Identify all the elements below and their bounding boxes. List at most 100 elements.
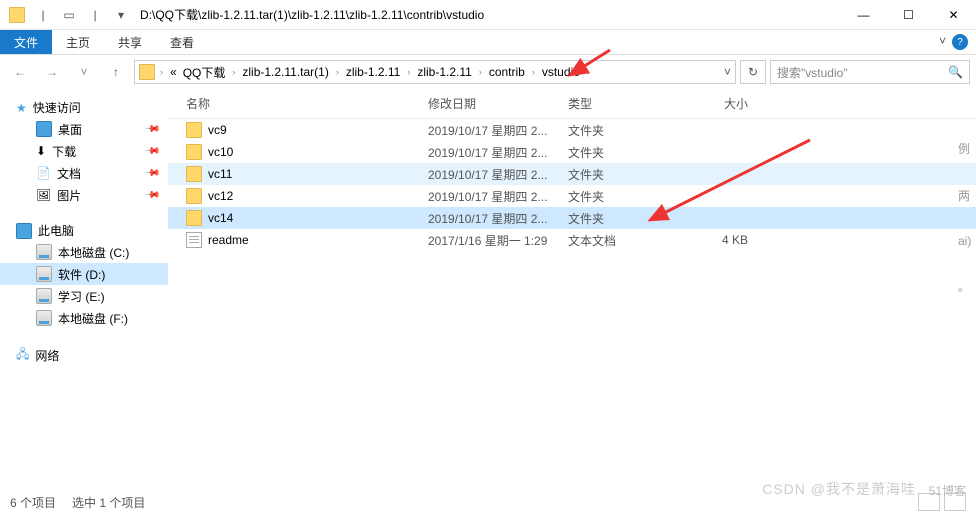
- sidebar-downloads[interactable]: ⬇下载📌: [0, 140, 168, 162]
- watermark: 51博客: [929, 482, 966, 499]
- sidebar-quick-access[interactable]: ★快速访问: [0, 97, 168, 118]
- breadcrumb-ellipsis[interactable]: «: [168, 65, 179, 79]
- forward-button[interactable]: →: [38, 60, 66, 84]
- drive-icon: [36, 310, 52, 326]
- main-area: ★快速访问 桌面📌 ⬇下载📌 📄文档📌 🖼图片📌 此电脑 本地磁盘 (C:) 软…: [0, 89, 976, 489]
- properties-icon[interactable]: ▭: [58, 4, 80, 26]
- file-list[interactable]: vc92019/10/17 星期四 2...文件夹vc102019/10/17 …: [168, 119, 976, 251]
- file-type: 文件夹: [568, 210, 688, 227]
- folder-icon: [186, 144, 202, 160]
- search-input[interactable]: 搜索"vstudio" 🔍: [770, 60, 970, 84]
- column-date[interactable]: 修改日期: [428, 95, 568, 112]
- file-name: vc14: [208, 211, 233, 225]
- chevron-right-icon[interactable]: ›: [333, 67, 342, 77]
- refresh-button[interactable]: ↻: [740, 60, 766, 84]
- quick-access-toolbar: | ▭ | ▾: [0, 4, 132, 26]
- network-icon: 🖧: [16, 345, 29, 366]
- file-size: 4 KB: [688, 233, 768, 247]
- column-type[interactable]: 类型: [568, 95, 688, 112]
- file-row[interactable]: readme2017/1/16 星期一 1:29文本文档4 KB: [168, 229, 976, 251]
- qat-dropdown-icon[interactable]: ▾: [110, 4, 132, 26]
- sidebar-network[interactable]: 🖧网络: [0, 343, 168, 368]
- chevron-right-icon[interactable]: ›: [476, 67, 485, 77]
- drive-icon: [36, 288, 52, 304]
- search-icon[interactable]: 🔍: [948, 65, 963, 79]
- file-name: vc9: [208, 123, 227, 137]
- maximize-button[interactable]: ☐: [886, 0, 931, 30]
- sidebar-drive-f[interactable]: 本地磁盘 (F:): [0, 307, 168, 329]
- sidebar-drive-d[interactable]: 软件 (D:): [0, 263, 168, 285]
- sidebar-desktop[interactable]: 桌面📌: [0, 118, 168, 140]
- status-item-count: 6 个项目: [10, 494, 56, 511]
- pin-icon: 📌: [143, 121, 160, 138]
- window-title: D:\QQ下载\zlib-1.2.11.tar(1)\zlib-1.2.11\z…: [132, 6, 841, 23]
- sidebar-drive-e[interactable]: 学习 (E:): [0, 285, 168, 307]
- column-headers: 名称 修改日期 类型 大小: [168, 89, 976, 119]
- tab-view[interactable]: 查看: [156, 30, 208, 54]
- ribbon-expand-icon[interactable]: ˅: [939, 34, 946, 48]
- chevron-right-icon[interactable]: ›: [404, 67, 413, 77]
- navigation-pane[interactable]: ★快速访问 桌面📌 ⬇下载📌 📄文档📌 🖼图片📌 此电脑 本地磁盘 (C:) 软…: [0, 89, 168, 489]
- download-icon: ⬇: [36, 144, 46, 158]
- tab-home[interactable]: 主页: [52, 30, 104, 54]
- up-button[interactable]: ↑: [102, 60, 130, 84]
- breadcrumb-item[interactable]: zlib-1.2.11: [415, 65, 473, 79]
- tab-share[interactable]: 共享: [104, 30, 156, 54]
- breadcrumb-dropdown[interactable]: ˅: [724, 65, 731, 79]
- sidebar-documents[interactable]: 📄文档📌: [0, 162, 168, 184]
- file-name: readme: [208, 233, 249, 247]
- file-row[interactable]: vc112019/10/17 星期四 2...文件夹: [168, 163, 976, 185]
- sidebar-pictures[interactable]: 🖼图片📌: [0, 184, 168, 206]
- sidebar-this-pc[interactable]: 此电脑: [0, 220, 168, 241]
- file-row[interactable]: vc122019/10/17 星期四 2...文件夹: [168, 185, 976, 207]
- close-button[interactable]: ✕: [931, 0, 976, 30]
- folder-icon: [186, 188, 202, 204]
- back-button[interactable]: ←: [6, 60, 34, 84]
- address-bar: ← → ˅ ↑ › « QQ下载 › zlib-1.2.11.tar(1) › …: [0, 55, 976, 89]
- file-list-pane: 名称 修改日期 类型 大小 vc92019/10/17 星期四 2...文件夹v…: [168, 89, 976, 489]
- file-date: 2019/10/17 星期四 2...: [428, 210, 568, 227]
- desktop-icon: [36, 121, 52, 137]
- chevron-right-icon[interactable]: ›: [157, 67, 166, 77]
- pin-icon: 📌: [143, 187, 160, 204]
- file-row[interactable]: vc102019/10/17 星期四 2...文件夹: [168, 141, 976, 163]
- breadcrumb[interactable]: › « QQ下载 › zlib-1.2.11.tar(1) › zlib-1.2…: [134, 60, 736, 84]
- breadcrumb-item[interactable]: QQ下载: [181, 64, 228, 81]
- chevron-right-icon[interactable]: ›: [229, 67, 238, 77]
- file-date: 2019/10/17 星期四 2...: [428, 122, 568, 139]
- file-date: 2019/10/17 星期四 2...: [428, 144, 568, 161]
- file-type: 文件夹: [568, 166, 688, 183]
- chevron-right-icon[interactable]: ›: [529, 67, 538, 77]
- folder-icon: [186, 210, 202, 226]
- file-row[interactable]: vc9 2019/10/17 星期四 2...文件夹: [168, 119, 976, 141]
- file-row[interactable]: vc14 2019/10/17 星期四 2...文件夹: [168, 207, 976, 229]
- file-type: 文件夹: [568, 144, 688, 161]
- file-type: 文件夹: [568, 122, 688, 139]
- help-icon[interactable]: ?: [952, 34, 968, 50]
- drive-icon: [36, 244, 52, 260]
- file-name: vc12: [208, 189, 233, 203]
- pc-icon: [16, 223, 32, 239]
- column-name[interactable]: 名称: [168, 95, 428, 112]
- status-selected: 选中 1 个项目: [72, 494, 145, 511]
- file-date: 2017/1/16 星期一 1:29: [428, 232, 568, 249]
- file-date: 2019/10/17 星期四 2...: [428, 166, 568, 183]
- breadcrumb-item[interactable]: vstudio: [540, 65, 582, 79]
- breadcrumb-item[interactable]: zlib-1.2.11: [344, 65, 402, 79]
- chevron-right-icon[interactable]: ›: [584, 67, 593, 77]
- drive-icon: [36, 266, 52, 282]
- minimize-button[interactable]: ―: [841, 0, 886, 30]
- column-size[interactable]: 大小: [688, 95, 768, 112]
- star-icon: ★: [16, 101, 27, 115]
- cropped-edge: 例两ai)。: [958, 140, 976, 325]
- folder-icon: [186, 122, 202, 138]
- breadcrumb-item[interactable]: contrib: [487, 65, 527, 79]
- folder-icon[interactable]: [6, 4, 28, 26]
- recent-dropdown[interactable]: ˅: [70, 60, 98, 84]
- window-controls: ― ☐ ✕: [841, 0, 976, 30]
- breadcrumb-item[interactable]: zlib-1.2.11.tar(1): [240, 65, 330, 79]
- tab-file[interactable]: 文件: [0, 30, 52, 54]
- folder-icon: [186, 166, 202, 182]
- ribbon: 文件 主页 共享 查看 ˅ ?: [0, 30, 976, 55]
- sidebar-drive-c[interactable]: 本地磁盘 (C:): [0, 241, 168, 263]
